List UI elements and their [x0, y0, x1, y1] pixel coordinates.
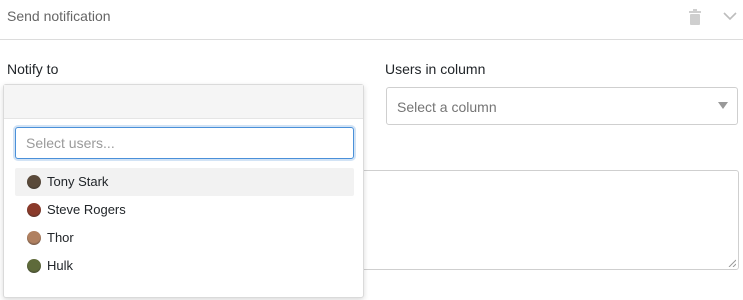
- user-option[interactable]: Hulk: [15, 252, 354, 280]
- action-title: Send notification: [7, 8, 111, 24]
- user-avatar: [27, 231, 41, 245]
- user-search-input[interactable]: [15, 127, 354, 159]
- column-select-placeholder: Select a column: [397, 99, 497, 115]
- user-option[interactable]: Thor: [15, 224, 354, 252]
- selected-users-field[interactable]: [4, 85, 363, 119]
- user-avatar: [27, 175, 41, 189]
- column-select[interactable]: Select a column: [386, 87, 738, 125]
- user-option-name: Tony Stark: [47, 174, 109, 189]
- trash-icon[interactable]: [688, 9, 702, 25]
- message-textarea[interactable]: [350, 170, 739, 270]
- user-option-name: Thor: [47, 230, 74, 245]
- user-select-dropdown: Tony Stark Steve Rogers Thor Hulk: [3, 84, 364, 298]
- users-in-column-label: Users in column: [385, 61, 486, 77]
- notify-to-label: Notify to: [7, 61, 59, 77]
- chevron-down-icon[interactable]: [722, 10, 738, 22]
- user-option[interactable]: Steve Rogers: [15, 196, 354, 224]
- user-option-name: Hulk: [47, 258, 74, 273]
- user-avatar: [27, 259, 41, 273]
- user-option[interactable]: Tony Stark: [15, 168, 354, 196]
- resize-grip-icon[interactable]: [728, 259, 736, 267]
- user-avatar: [27, 203, 41, 217]
- action-header: Send notification: [0, 0, 743, 40]
- user-option-name: Steve Rogers: [47, 202, 126, 217]
- caret-down-icon: [718, 102, 728, 109]
